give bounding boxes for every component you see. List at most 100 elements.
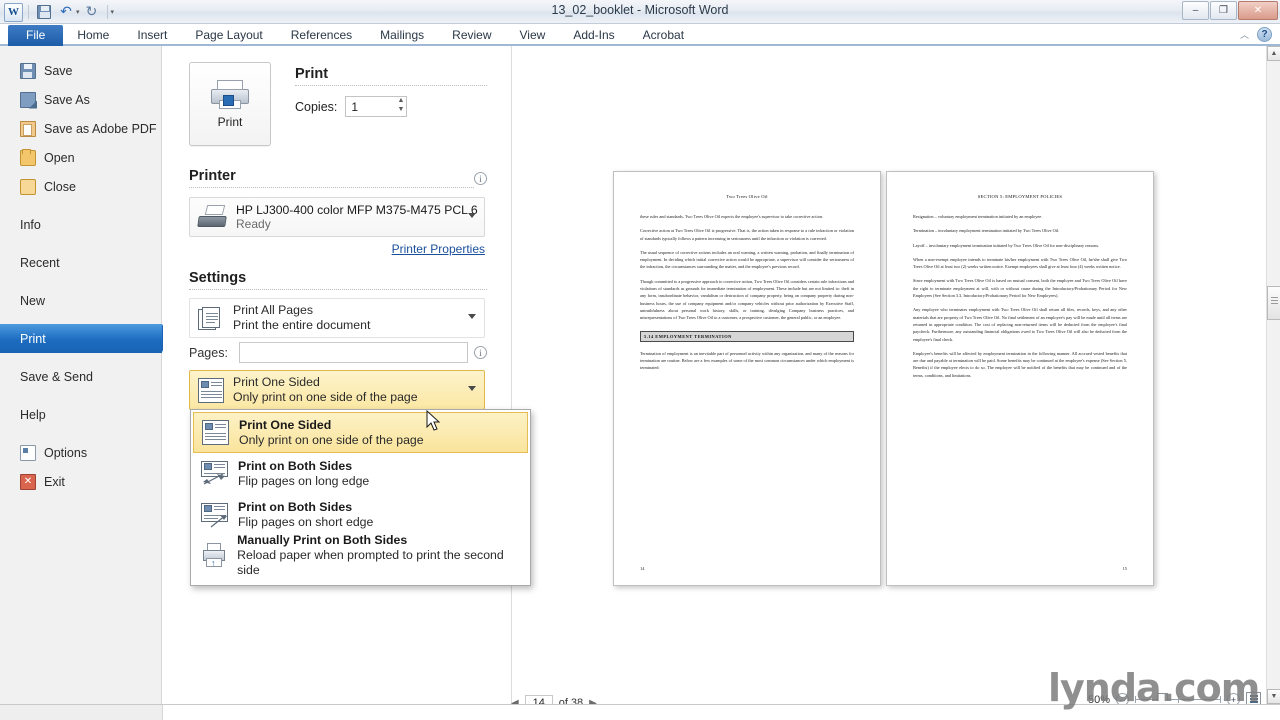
duplex-select[interactable]: Print One Sided Only print on one side o… xyxy=(189,370,485,410)
sidebar-item-label: Save As xyxy=(44,92,90,107)
scrollbar-thumb[interactable] xyxy=(1267,286,1280,320)
copies-stepper[interactable]: ▲ ▼ xyxy=(345,96,408,117)
sidebar-item-print[interactable]: Print xyxy=(0,324,170,353)
page-header: SECTION 5: EMPLOYMENT POLICIES xyxy=(977,194,1063,199)
sidebar-divider xyxy=(0,201,161,210)
tab-add-ins[interactable]: Add-Ins xyxy=(559,25,628,46)
printer-select[interactable]: HP LJ300-400 color MFP M375-M475 PCL 6 R… xyxy=(189,197,485,237)
printer-properties-link[interactable]: Printer Properties xyxy=(189,242,485,256)
help-icon[interactable]: ? xyxy=(1257,27,1272,42)
both-sides-short-edge-icon xyxy=(201,502,228,528)
menu-item-subtitle: Only print on one side of the page xyxy=(239,432,424,447)
close-button[interactable]: ✕ xyxy=(1238,1,1278,20)
tab-mailings[interactable]: Mailings xyxy=(366,25,438,46)
sidebar-item-info[interactable]: Info xyxy=(0,210,161,239)
sidebar-item-save[interactable]: Save xyxy=(0,56,161,85)
ribbon-tab-bar: File Home Insert Page Layout References … xyxy=(0,24,1280,46)
sidebar-item-label: Save xyxy=(44,63,73,78)
collapse-ribbon-icon[interactable]: ︿ xyxy=(1240,28,1249,41)
page-paragraph: Any employee who terminates employment w… xyxy=(913,307,1127,342)
menu-item-manually-print-both-sides[interactable]: ↑ Manually Print on Both Sides Reload pa… xyxy=(193,533,528,577)
print-heading: Print xyxy=(295,66,487,86)
scroll-down-button[interactable]: ▼ xyxy=(1267,689,1280,704)
scroll-up-button[interactable]: ▲ xyxy=(1267,46,1280,61)
chevron-down-icon[interactable] xyxy=(468,213,476,218)
maximize-button[interactable]: ❐ xyxy=(1210,1,1237,20)
reload-arrow-icon: ↑ xyxy=(211,558,216,568)
menu-item-print-one-sided[interactable]: Print One Sided Only print on one side o… xyxy=(193,412,528,453)
chevron-down-icon[interactable] xyxy=(468,386,476,391)
tab-page-layout[interactable]: Page Layout xyxy=(181,25,276,46)
exit-icon: ✕ xyxy=(20,473,36,490)
menu-item-both-sides-short-edge[interactable]: Print on Both Sides Flip pages on short … xyxy=(193,494,528,535)
save-as-icon xyxy=(20,91,36,108)
one-sided-icon xyxy=(198,377,224,403)
flip-arrow-icon xyxy=(210,515,227,528)
sidebar-item-close[interactable]: Close xyxy=(0,172,161,201)
tab-file[interactable]: File xyxy=(8,25,64,46)
sidebar-item-label: Close xyxy=(44,179,76,194)
duplex-title: Print One Sided xyxy=(233,375,320,389)
tab-references[interactable]: References xyxy=(277,25,366,46)
duplex-subtitle: Only print on one side of the page xyxy=(233,390,418,404)
tab-insert[interactable]: Insert xyxy=(123,25,181,46)
bottom-strip-left xyxy=(0,705,163,720)
sidebar-item-save-as[interactable]: Save As xyxy=(0,85,161,114)
title-bar: W ↶ ▾ ↻ ▾ 13_02_booklet - Microsoft Word… xyxy=(0,0,1280,24)
sidebar-item-options[interactable]: Options xyxy=(0,438,161,467)
sidebar-item-save-as-adobe-pdf[interactable]: Save as Adobe PDF xyxy=(0,114,161,143)
sidebar-item-recent[interactable]: Recent xyxy=(0,248,161,277)
sidebar-item-exit[interactable]: ✕ Exit xyxy=(0,467,161,496)
menu-item-both-sides-long-edge[interactable]: Print on Both Sides Flip pages on long e… xyxy=(193,453,528,494)
page-paragraph: Since employment with Two Trees Olive Oi… xyxy=(913,278,1127,299)
chevron-down-icon[interactable] xyxy=(468,314,476,319)
pages-label: Pages: xyxy=(189,345,228,360)
sidebar-item-help[interactable]: Help xyxy=(0,400,161,429)
pages-info-icon[interactable]: i xyxy=(474,346,487,359)
minimize-button[interactable]: – xyxy=(1182,1,1209,20)
page-paragraph: Resignation – voluntary employment termi… xyxy=(913,214,1043,219)
page-header: Two Trees Olive Oil xyxy=(726,194,768,199)
printer-status: Ready xyxy=(236,217,271,231)
sidebar-item-new[interactable]: New xyxy=(0,286,161,315)
copies-spin-buttons[interactable]: ▲ ▼ xyxy=(397,97,404,114)
sidebar-item-open[interactable]: Open xyxy=(0,143,161,172)
tab-review[interactable]: Review xyxy=(438,25,505,46)
sidebar-item-label: Exit xyxy=(44,474,65,489)
both-sides-long-edge-icon xyxy=(201,461,228,486)
print-range-select[interactable]: Print All Pages Print the entire documen… xyxy=(189,298,485,338)
manual-duplex-printer-icon: ↑ xyxy=(201,543,227,568)
print-button[interactable]: Print xyxy=(189,62,271,146)
printer-name: HP LJ300-400 color MFP M375-M475 PCL 6 xyxy=(236,203,478,217)
tab-view[interactable]: View xyxy=(506,25,560,46)
spin-down-icon[interactable]: ▼ xyxy=(397,106,404,114)
tab-acrobat[interactable]: Acrobat xyxy=(629,25,698,46)
window-title: 13_02_booklet - Microsoft Word xyxy=(551,3,729,17)
printer-info-icon[interactable]: i xyxy=(474,172,487,185)
printer-heading: Printer xyxy=(189,168,474,188)
print-settings-pane: Print Print Copies: ▲ ▼ xyxy=(163,46,646,704)
page-paragraph: Employee's benefits will be affected by … xyxy=(913,350,1127,378)
spin-up-icon[interactable]: ▲ xyxy=(397,97,404,105)
tab-home[interactable]: Home xyxy=(63,25,123,46)
close-folder-icon xyxy=(20,178,36,195)
print-range-subtitle: Print the entire document xyxy=(233,318,371,332)
sidebar-item-label: Open xyxy=(44,150,75,165)
window-buttons: – ❐ ✕ xyxy=(1182,1,1278,20)
page-paragraph: Corrective action at Two Trees Olive Oil… xyxy=(640,228,854,241)
sidebar-item-save-and-send[interactable]: Save & Send xyxy=(0,362,161,391)
page-section-heading: 5.14 EMPLOYMENT TERMINATION xyxy=(640,330,854,342)
pdf-icon xyxy=(20,120,36,137)
page-number: 15 xyxy=(1122,566,1127,571)
ribbon-tabs: File Home Insert Page Layout References … xyxy=(0,24,1280,46)
word-backstage-print-screen: W ↶ ▾ ↻ ▾ 13_02_booklet - Microsoft Word… xyxy=(0,0,1280,720)
page-paragraph: When a non-exempt employee intends to te… xyxy=(913,256,1127,270)
vertical-scrollbar[interactable]: ▲ ▼ xyxy=(1266,46,1280,704)
pages-input[interactable] xyxy=(238,342,469,363)
sidebar-item-label: Recent xyxy=(20,255,60,270)
sidebar-item-label: New xyxy=(20,293,46,308)
